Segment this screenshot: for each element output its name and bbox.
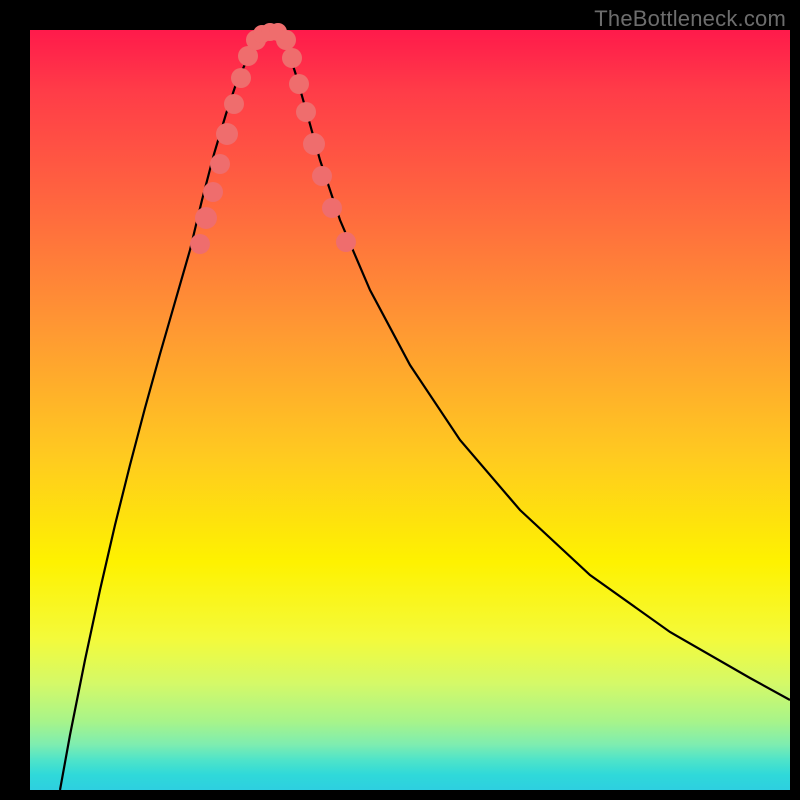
scatter-dot: [210, 154, 230, 174]
scatter-dots-group: [190, 23, 356, 254]
scatter-dot: [322, 198, 342, 218]
scatter-dot: [303, 133, 325, 155]
scatter-dot: [231, 68, 251, 88]
scatter-dot: [312, 166, 332, 186]
scatter-dot: [276, 30, 296, 50]
scatter-dot: [195, 207, 217, 229]
bottleneck-curve-left: [60, 34, 262, 790]
scatter-dot: [190, 234, 210, 254]
scatter-dot: [203, 182, 223, 202]
bottleneck-curve-right: [282, 34, 790, 700]
chart-svg: [30, 30, 790, 790]
chart-plot-area: [30, 30, 790, 790]
scatter-dot: [336, 232, 356, 252]
scatter-dot: [224, 94, 244, 114]
scatter-dot: [296, 102, 316, 122]
scatter-dot: [216, 123, 238, 145]
watermark-text: TheBottleneck.com: [594, 6, 786, 32]
scatter-dot: [289, 74, 309, 94]
scatter-dot: [282, 48, 302, 68]
